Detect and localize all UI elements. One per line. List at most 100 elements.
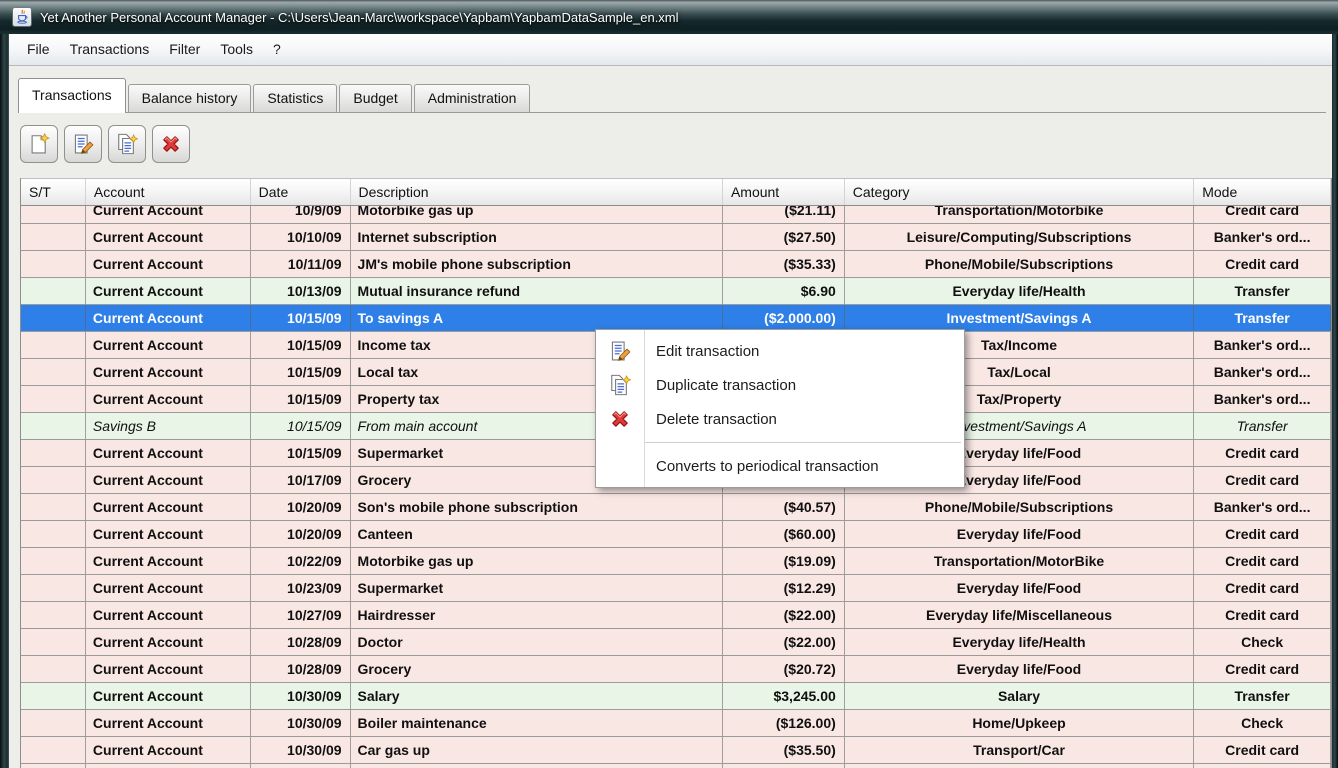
table-row[interactable]: Current Account10/23/09Supermarket($12.2… (21, 575, 1331, 602)
tab-transactions[interactable]: Transactions (18, 78, 126, 113)
cell-category: Everyday life/Food (845, 764, 1194, 768)
cell-st (21, 656, 86, 682)
cell-date: 10/27/09 (251, 602, 351, 628)
context-menu-separator (645, 442, 961, 443)
cell-mode: Credit card (1194, 521, 1331, 547)
cell-mode: Banker's ord... (1194, 224, 1331, 250)
cell-amount: $6.90 (723, 278, 845, 304)
cell-amount: ($22.00) (723, 602, 845, 628)
delete-icon (609, 408, 631, 430)
cell-st (21, 575, 86, 601)
cell-description: Son's mobile phone subscription (351, 494, 723, 520)
cell-mode: Credit card (1194, 467, 1331, 493)
table-row[interactable]: Current Account10/10/09Internet subscrip… (21, 224, 1331, 251)
table-row[interactable]: Current Account10/30/09Boiler maintenanc… (21, 710, 1331, 737)
window-frame-right (1332, 34, 1338, 768)
context-menu-item-duplicate-transaction[interactable]: Duplicate transaction (596, 368, 964, 402)
cell-st (21, 710, 86, 736)
cell-account: Current Account (86, 602, 251, 628)
table-row[interactable]: Current Account10/27/09Hairdresser($22.0… (21, 602, 1331, 629)
cell-amount: ($19.09) (723, 548, 845, 574)
table-row[interactable]: Current Account10/22/09Motorbike gas up(… (21, 548, 1331, 575)
menu-[interactable]: ? (263, 34, 291, 65)
cell-account: Current Account (86, 386, 251, 412)
toolbar (20, 125, 190, 163)
column-header-date[interactable]: Date (251, 179, 351, 205)
cell-account: Current Account (86, 494, 251, 520)
cell-date: 10/10/09 (251, 224, 351, 250)
cell-mode: Check (1194, 710, 1331, 736)
tab-statistics[interactable]: Statistics (253, 84, 337, 112)
title-bar[interactable]: Yet Another Personal Account Manager - C… (0, 0, 1338, 34)
table-row[interactable]: Current Account10/30/09Salary$3,245.00Sa… (21, 683, 1331, 710)
cell-description: Mutual insurance refund (351, 278, 723, 304)
cell-description: Doctor (351, 629, 723, 655)
tab-administration[interactable]: Administration (414, 84, 531, 112)
duplicate-document-icon (116, 133, 138, 155)
tab-balance-history[interactable]: Balance history (128, 84, 252, 112)
menu-bar: FileTransactionsFilterTools? (9, 34, 1332, 66)
cell-description: Salary (351, 683, 723, 709)
cell-st (21, 440, 86, 466)
cell-account: Current Account (86, 764, 251, 768)
cell-account: Current Account (86, 575, 251, 601)
cell-st (21, 548, 86, 574)
table-row[interactable]: Current Account10/15/09To savings A($2.0… (21, 305, 1331, 332)
table-row[interactable]: Current Account10/28/09Doctor($22.00)Eve… (21, 629, 1331, 656)
cell-st (21, 737, 86, 763)
java-cup-icon (12, 7, 32, 27)
table-row[interactable]: Current Account10/20/09Son's mobile phon… (21, 494, 1331, 521)
edit-transaction-button[interactable] (64, 125, 102, 163)
column-header-category[interactable]: Category (845, 179, 1194, 205)
cell-st (21, 206, 86, 223)
table-row[interactable]: Current Account10/30/09Grocery($19.72)Ev… (21, 764, 1331, 768)
cell-category: Phone/Mobile/Subscriptions (845, 251, 1194, 277)
cell-account: Current Account (86, 629, 251, 655)
menu-tools[interactable]: Tools (210, 34, 263, 65)
cell-date: 10/15/09 (251, 440, 351, 466)
table-row[interactable]: Current Account10/30/09Car gas up($35.50… (21, 737, 1331, 764)
cell-category: Home/Upkeep (845, 710, 1194, 736)
cell-account: Current Account (86, 251, 251, 277)
cell-amount: ($19.72) (723, 764, 845, 768)
cell-account: Current Account (86, 332, 251, 358)
new-transaction-button[interactable] (20, 125, 58, 163)
cell-st (21, 602, 86, 628)
cell-date: 10/15/09 (251, 305, 351, 331)
tab-budget[interactable]: Budget (339, 84, 411, 112)
table-row[interactable]: Current Account10/13/09Mutual insurance … (21, 278, 1331, 305)
delete-transaction-button[interactable] (152, 125, 190, 163)
cell-description: Car gas up (351, 737, 723, 763)
cell-st (21, 494, 86, 520)
cell-date: 10/15/09 (251, 386, 351, 412)
duplicate-transaction-button[interactable] (108, 125, 146, 163)
table-row[interactable]: Current Account10/28/09Grocery($20.72)Ev… (21, 656, 1331, 683)
cell-account: Current Account (86, 656, 251, 682)
table-row[interactable]: Current Account10/9/09Motorbike gas up($… (21, 206, 1331, 224)
cell-description: Internet subscription (351, 224, 723, 250)
context-menu-item-edit-transaction[interactable]: Edit transaction (596, 334, 964, 368)
cell-category: Everyday life/Miscellaneous (845, 602, 1194, 628)
menu-filter[interactable]: Filter (159, 34, 210, 65)
context-menu-item-delete-transaction[interactable]: Delete transaction (596, 402, 964, 436)
menu-transactions[interactable]: Transactions (60, 34, 160, 65)
cell-mode: Banker's ord... (1194, 332, 1331, 358)
cell-st (21, 683, 86, 709)
column-header-st[interactable]: S/T (21, 179, 86, 205)
column-header-amount[interactable]: Amount (723, 179, 845, 205)
table-row[interactable]: Current Account10/11/09JM's mobile phone… (21, 251, 1331, 278)
column-header-mode[interactable]: Mode (1194, 179, 1331, 205)
menu-file[interactable]: File (17, 34, 60, 65)
context-menu-item-converts-to-periodical-transaction[interactable]: Converts to periodical transaction (596, 449, 964, 483)
cell-category: Phone/Mobile/Subscriptions (845, 494, 1194, 520)
cell-mode: Banker's ord... (1194, 359, 1331, 385)
cell-account: Current Account (86, 359, 251, 385)
cell-st (21, 386, 86, 412)
column-header-description[interactable]: Description (351, 179, 723, 205)
cell-mode: Credit card (1194, 548, 1331, 574)
table-header-row: S/TAccountDateDescriptionAmountCategoryM… (21, 178, 1331, 206)
java-cup-icon (14, 9, 30, 25)
table-row[interactable]: Current Account10/20/09Canteen($60.00)Ev… (21, 521, 1331, 548)
column-header-account[interactable]: Account (86, 179, 251, 205)
cell-date: 10/30/09 (251, 764, 351, 768)
